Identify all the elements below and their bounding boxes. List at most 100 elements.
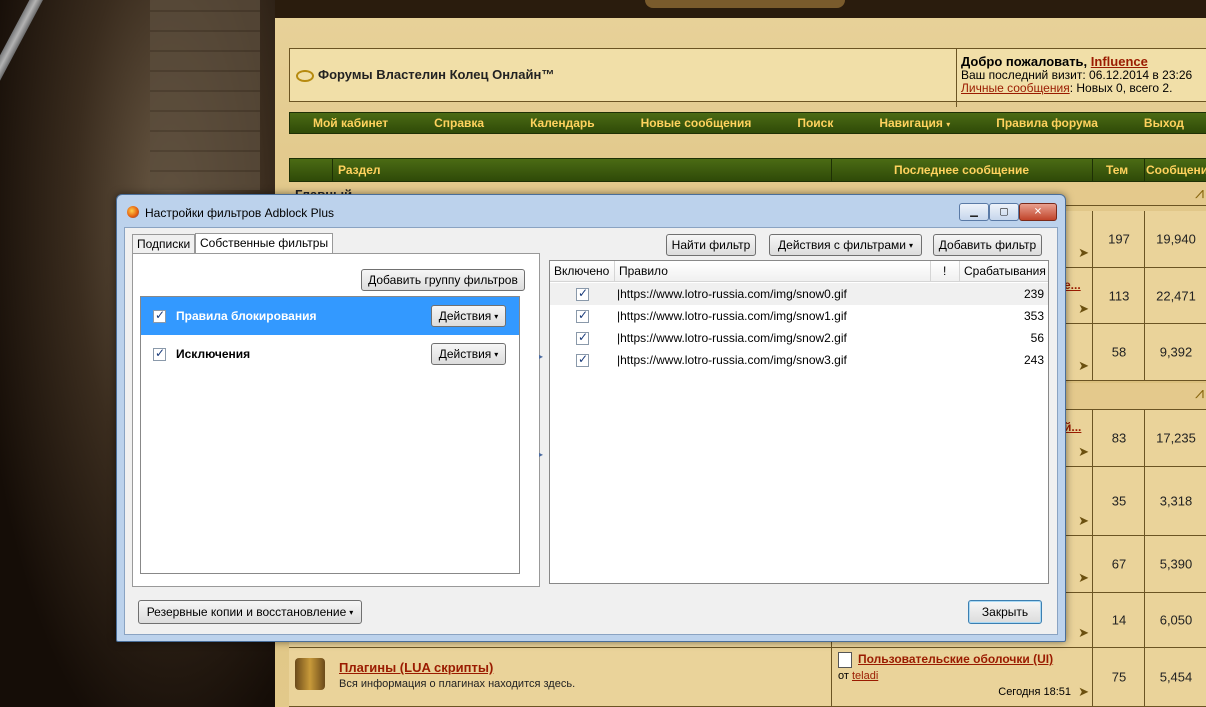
col-priority[interactable]: !	[943, 264, 946, 278]
author-link[interactable]: teladi	[852, 670, 878, 682]
nav-search[interactable]: Поиск	[797, 116, 833, 130]
col-rule[interactable]: Правило	[619, 264, 668, 278]
ring-icon	[296, 69, 314, 82]
splitter-arrow-icon: ▸	[539, 450, 544, 459]
close-window-button[interactable]: ✕	[1019, 203, 1057, 221]
username-link[interactable]: Influence	[1091, 54, 1148, 69]
add-filter-button[interactable]: Добавить фильтр	[933, 234, 1042, 256]
panel-splitter[interactable]: ▸ ▸	[539, 352, 545, 462]
sword-art	[0, 0, 51, 322]
firefox-icon	[127, 206, 139, 218]
adblock-filter-dialog: Настройки фильтров Adblock Plus ▁ ▢ ✕ По…	[116, 194, 1066, 642]
last-post-title[interactable]: Пользовательские оболочки (UI)	[858, 652, 1053, 666]
go-to-last-post-icon[interactable]: ➤	[1078, 245, 1089, 261]
rule-enabled-checkbox[interactable]: ✓	[576, 330, 589, 345]
close-button[interactable]: Закрыть	[968, 600, 1042, 624]
col-posts: Сообщений	[1146, 163, 1206, 177]
collapse-arrow-icon[interactable]: ⩘	[1195, 185, 1204, 203]
welcome-box: Добро пожаловать, Influence Ваш последни…	[956, 49, 1206, 107]
rule-enabled-checkbox[interactable]: ✓	[576, 352, 589, 367]
plugins-forum-description: Вся информация о плагинах находится здес…	[339, 678, 576, 690]
find-filter-button[interactable]: Найти фильтр	[666, 234, 756, 256]
go-to-last-post-icon[interactable]: ➤	[1078, 444, 1089, 460]
filter-group-item[interactable]: ✓ Исключения Действия ▾	[141, 335, 519, 373]
nav-help[interactable]: Справка	[434, 116, 484, 130]
add-filter-group-button[interactable]: Добавить группу фильтров	[361, 269, 525, 291]
go-to-last-post-icon[interactable]: ➤	[1078, 513, 1089, 529]
welcome-text: Добро пожаловать, Influence	[961, 54, 1148, 69]
splitter-arrow-icon: ▸	[539, 352, 544, 361]
group-actions-button[interactable]: Действия ▾	[431, 343, 506, 365]
nav-my-cabinet[interactable]: Мой кабинет	[313, 116, 388, 130]
maximize-icon: ▢	[999, 206, 1009, 218]
rule-text: |https://www.lotro-russia.com/img/snow2.…	[617, 331, 847, 345]
go-to-last-post-icon[interactable]: ➤	[1078, 684, 1089, 700]
forum-navbar: Мой кабинет Справка Календарь Новые сооб…	[289, 112, 1206, 134]
dialog-title: Настройки фильтров Adblock Plus	[145, 206, 334, 220]
tab-subscriptions[interactable]: Подписки	[132, 234, 196, 253]
go-to-last-post-icon[interactable]: ➤	[1078, 301, 1089, 317]
group-actions-button[interactable]: Действия ▾	[431, 305, 506, 327]
rules-table-header: Включено Правило ! Срабатывания	[550, 261, 1048, 282]
col-enabled[interactable]: Включено	[554, 264, 609, 278]
forum-logo-edge	[645, 0, 845, 8]
last-post-time: Сегодня 18:51	[998, 686, 1071, 698]
last-post-title[interactable]: й...	[1064, 420, 1081, 434]
filter-actions-button[interactable]: Действия с фильтрами ▾	[769, 234, 922, 256]
rule-enabled-checkbox[interactable]: ✓	[576, 308, 589, 323]
plugins-forum-link[interactable]: Плагины (LUA скрипты)	[339, 660, 493, 675]
dropdown-arrow-icon: ▾	[349, 608, 354, 617]
go-to-last-post-icon[interactable]: ➤	[1078, 625, 1089, 641]
minimize-icon: ▁	[970, 206, 978, 218]
maximize-button[interactable]: ▢	[989, 203, 1019, 221]
nav-navigation[interactable]: Навигация ▾	[879, 116, 950, 130]
dropdown-arrow-icon: ▾	[494, 312, 499, 321]
tab-custom-filters[interactable]: Собственные фильтры	[195, 233, 334, 254]
minimize-button[interactable]: ▁	[959, 203, 989, 221]
pm-stats: : Новых 0, всего 2.	[1069, 81, 1173, 95]
chevron-down-icon: ▾	[946, 120, 951, 129]
forum-header: Форумы Властелин Колец Онлайн™ Добро пож…	[289, 48, 1206, 107]
close-icon: ✕	[1033, 206, 1043, 218]
rule-text: |https://www.lotro-russia.com/img/snow3.…	[617, 353, 847, 367]
rule-hits: 353	[1023, 309, 1044, 323]
rule-text: |https://www.lotro-russia.com/img/snow1.…	[617, 309, 847, 323]
col-section: Раздел	[338, 163, 381, 177]
rule-text: |https://www.lotro-russia.com/img/snow0.…	[617, 287, 847, 301]
nav-rules[interactable]: Правила форума	[996, 116, 1098, 130]
group-name: Правила блокирования	[176, 309, 317, 323]
forum-row-plugins: Плагины (LUA скрипты) Вся информация о п…	[289, 648, 1206, 707]
filter-group-list: ✓ Правила блокирования Действия ▾ ✓ Исклю…	[140, 296, 520, 574]
document-icon	[838, 652, 852, 668]
col-last-post: Последнее сообщение	[894, 163, 1029, 177]
collapse-arrow-icon[interactable]: ⩘	[1195, 385, 1204, 403]
dialog-titlebar[interactable]: Настройки фильтров Adblock Plus ▁ ▢ ✕	[125, 201, 1057, 223]
col-hits[interactable]: Срабатывания	[964, 264, 1046, 278]
dialog-body: Подписки Собственные фильтры Добавить гр…	[124, 227, 1058, 635]
filter-rule-row[interactable]: ✓ |https://www.lotro-russia.com/img/snow…	[550, 349, 1048, 371]
filter-group-item[interactable]: ✓ Правила блокирования Действия ▾	[141, 297, 519, 335]
rule-hits: 56	[1030, 331, 1044, 345]
private-messages-link[interactable]: Личные сообщения	[961, 81, 1070, 95]
go-to-last-post-icon[interactable]: ➤	[1078, 358, 1089, 374]
dropdown-arrow-icon: ▾	[908, 241, 913, 250]
go-to-last-post-icon[interactable]: ➤	[1078, 570, 1089, 586]
filter-rule-row[interactable]: ✓ |https://www.lotro-russia.com/img/snow…	[550, 283, 1048, 305]
forum-title[interactable]: Форумы Властелин Колец Онлайн™	[296, 67, 554, 82]
rule-hits: 243	[1023, 353, 1044, 367]
rule-hits: 239	[1023, 287, 1044, 301]
last-visit: Ваш последний визит: 06.12.2014 в 23:26	[961, 68, 1193, 82]
nav-new-posts[interactable]: Новые сообщения	[641, 116, 752, 130]
filter-rule-row[interactable]: ✓ |https://www.lotro-russia.com/img/snow…	[550, 327, 1048, 349]
group-enabled-checkbox[interactable]: ✓	[153, 346, 166, 361]
nav-logout[interactable]: Выход	[1144, 116, 1184, 130]
castle-wall-art	[150, 0, 260, 190]
group-enabled-checkbox[interactable]: ✓	[153, 308, 166, 323]
col-topics: Тем	[1106, 163, 1129, 177]
rule-enabled-checkbox[interactable]: ✓	[576, 286, 589, 301]
dropdown-arrow-icon: ▾	[494, 350, 499, 359]
last-post-title[interactable]: е...	[1064, 278, 1081, 292]
backup-restore-button[interactable]: Резервные копии и восстановление ▾	[138, 600, 362, 624]
nav-calendar[interactable]: Календарь	[530, 116, 595, 130]
filter-rule-row[interactable]: ✓ |https://www.lotro-russia.com/img/snow…	[550, 305, 1048, 327]
